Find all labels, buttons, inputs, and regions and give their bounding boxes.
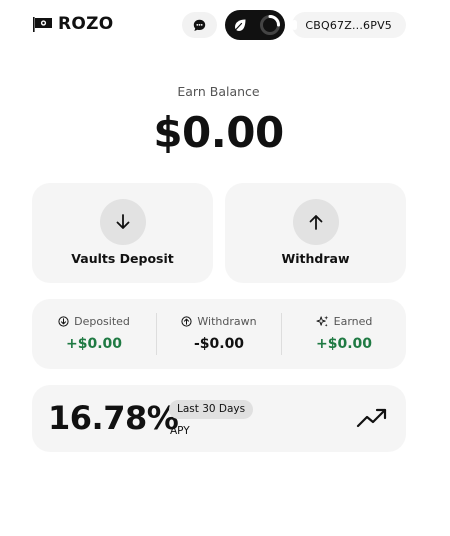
withdrawn-value: -$0.00: [193, 336, 245, 352]
earned-label: Earned: [333, 315, 373, 328]
chat-button[interactable]: [182, 12, 217, 38]
brand-name: ROZO: [58, 14, 114, 34]
apy-label: APY: [170, 425, 190, 437]
apy-card[interactable]: 16.78% Last 30 Days APY: [32, 385, 406, 452]
deposited-label: Deposited: [74, 315, 130, 328]
withdraw-icon-circle: [292, 199, 339, 245]
leaf-icon: [233, 19, 246, 32]
arrow-up-icon: [309, 215, 322, 230]
chat-icon: [193, 19, 206, 31]
spinner-icon: [260, 15, 280, 35]
withdraw-label: Withdraw: [281, 251, 350, 266]
withdrawn-label: Withdrawn: [197, 315, 257, 328]
stat-withdrawn: Withdrawn -$0.00: [157, 299, 281, 369]
withdraw-button[interactable]: Withdraw: [225, 183, 406, 283]
vaults-deposit-button[interactable]: Vaults Deposit: [32, 183, 213, 283]
wallet-button[interactable]: CBQ67Z...6PV5: [292, 12, 406, 38]
stat-earned: Earned +$0.00: [282, 299, 406, 369]
balance-label: Earn Balance: [177, 84, 260, 99]
flag-icon: [33, 16, 52, 32]
theme-toggle[interactable]: [225, 10, 285, 40]
stats-panel: Deposited +$0.00 Withdrawn -$0.00 Earned…: [32, 299, 406, 369]
wallet-avatar: [292, 20, 298, 30]
deposit-icon-circle: [99, 199, 146, 245]
deposit-label: Vaults Deposit: [71, 251, 174, 266]
trending-up-icon: [356, 408, 387, 428]
stat-deposited: Deposited +$0.00: [32, 299, 156, 369]
apy-period-badge: Last 30 Days: [169, 400, 254, 419]
arrow-down-icon: [116, 214, 129, 229]
apy-value: 16.78%: [48, 399, 179, 437]
circle-arrow-down-icon: [58, 316, 69, 327]
balance-amount: $0.00: [153, 108, 284, 157]
sparkles-icon: [316, 315, 328, 327]
wallet-address: CBQ67Z...6PV5: [305, 18, 392, 32]
brand-logo[interactable]: ROZO: [33, 14, 114, 34]
deposited-value: +$0.00: [65, 336, 122, 352]
circle-arrow-up-icon: [181, 316, 192, 327]
earned-value: +$0.00: [315, 336, 372, 352]
